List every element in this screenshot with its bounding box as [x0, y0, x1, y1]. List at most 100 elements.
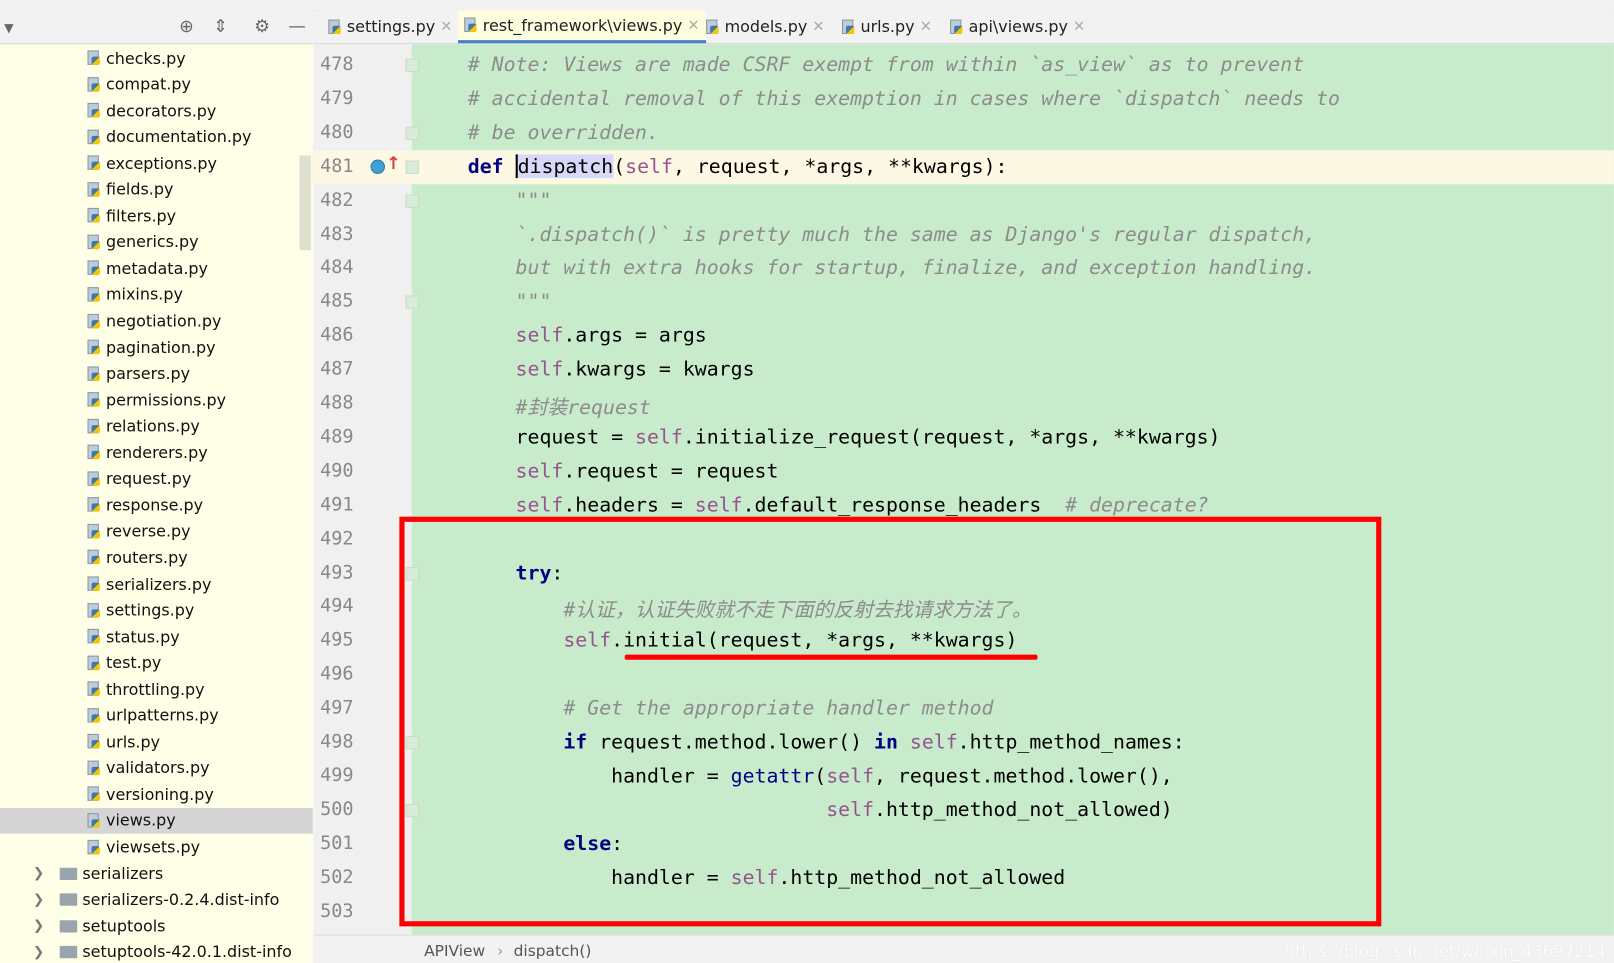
code-text: # accidental removal of this exemption i…	[467, 86, 1340, 111]
file-item[interactable]: settings.py	[0, 598, 313, 624]
fold-marker-icon[interactable]	[405, 58, 419, 73]
code-line[interactable]: 488 #封装request	[314, 387, 1614, 421]
python-file-icon	[87, 313, 100, 328]
file-item[interactable]: filters.py	[0, 203, 313, 229]
file-item[interactable]: request.py	[0, 466, 313, 492]
python-file-icon	[87, 681, 100, 697]
python-file-icon	[87, 339, 100, 355]
line-number: 501	[320, 832, 354, 854]
gear-icon[interactable]: ⚙	[254, 16, 270, 37]
file-item[interactable]: relations.py	[0, 413, 313, 439]
file-item[interactable]: viewsets.py	[0, 834, 313, 860]
override-marker-icon[interactable]	[370, 159, 385, 174]
code-line[interactable]: 485 """	[314, 285, 1614, 319]
file-item[interactable]: versioning.py	[0, 782, 313, 808]
code-line[interactable]: 487 self.kwargs = kwargs	[314, 353, 1614, 387]
file-name: urlpatterns.py	[106, 706, 219, 725]
file-item[interactable]: reverse.py	[0, 519, 313, 545]
folder-item[interactable]: ❯ serializers	[0, 861, 313, 887]
arrow-up-icon[interactable]: ↑	[386, 153, 401, 174]
close-icon[interactable]: ✕	[687, 17, 699, 33]
code-line[interactable]: 489 request = self.initialize_request(re…	[314, 421, 1614, 455]
code-line[interactable]: 484 but with extra hooks for startup, fi…	[314, 252, 1614, 286]
close-icon[interactable]: ✕	[920, 19, 932, 35]
chevron-right-icon[interactable]: ❯	[33, 918, 47, 933]
dropdown-icon[interactable]: ▼	[4, 21, 14, 35]
tab[interactable]: models.py ✕	[700, 10, 831, 43]
file-item[interactable]: parsers.py	[0, 361, 313, 387]
file-name: metadata.py	[106, 259, 208, 278]
close-icon[interactable]: ✕	[440, 19, 452, 35]
file-item[interactable]: decorators.py	[0, 98, 313, 124]
file-item[interactable]: negotiation.py	[0, 308, 313, 334]
file-item[interactable]: validators.py	[0, 755, 313, 781]
chevron-right-icon[interactable]: ❯	[33, 892, 47, 907]
file-item[interactable]: routers.py	[0, 545, 313, 571]
python-file-icon	[87, 497, 100, 513]
locate-icon[interactable]: ⊕	[179, 16, 194, 37]
fold-marker-icon[interactable]	[405, 160, 419, 174]
file-name: negotiation.py	[106, 311, 222, 331]
python-file-icon	[87, 602, 100, 618]
code-line[interactable]: 478 # Note: Views are made CSRF exempt f…	[314, 48, 1614, 82]
code-line[interactable]: 490 self.request = request	[314, 455, 1614, 489]
file-item[interactable]: renderers.py	[0, 440, 313, 466]
collapse-icon[interactable]: ⇕	[213, 16, 228, 37]
file-item[interactable]: serializers.py	[0, 571, 313, 597]
fold-marker-icon[interactable]	[405, 126, 419, 140]
file-item[interactable]: test.py	[0, 650, 313, 676]
folder-icon	[59, 919, 78, 933]
file-name: reverse.py	[106, 522, 191, 541]
folder-item[interactable]: ❯ setuptools	[0, 913, 313, 939]
python-file-icon	[841, 19, 855, 34]
file-item[interactable]: urls.py	[0, 729, 313, 755]
file-item[interactable]: views.py	[0, 807, 313, 834]
close-icon[interactable]: ✕	[812, 19, 824, 35]
file-item[interactable]: permissions.py	[0, 387, 313, 413]
line-number: 486	[320, 324, 354, 347]
file-item[interactable]: fields.py	[0, 177, 313, 203]
file-item[interactable]: generics.py	[0, 229, 313, 255]
code-line[interactable]: 480 # be overridden.	[314, 116, 1614, 150]
fold-marker-icon[interactable]	[405, 295, 419, 310]
file-item[interactable]: metadata.py	[0, 256, 313, 282]
python-file-icon	[87, 129, 100, 144]
python-file-icon	[87, 707, 100, 723]
file-name: viewsets.py	[106, 837, 201, 857]
file-item[interactable]: status.py	[0, 624, 313, 650]
file-name: request.py	[106, 469, 192, 489]
folder-item[interactable]: ❯ serializers-0.2.4.dist-info	[0, 887, 313, 913]
code-line[interactable]: 479 # accidental removal of this exempti…	[314, 82, 1614, 116]
tab[interactable]: urls.py ✕	[836, 10, 938, 43]
code-line[interactable]: 483 `.dispatch()` is pretty much the sam…	[314, 218, 1614, 252]
fold-marker-icon[interactable]	[405, 194, 419, 208]
file-item[interactable]: mixins.py	[0, 282, 313, 308]
python-file-icon	[87, 576, 100, 591]
code-line[interactable]: 481 ↑ def dispatch(self, request, *args, …	[313, 149, 1614, 184]
code-line[interactable]: 482 """	[314, 184, 1614, 218]
code-line[interactable]: 486 self.args = args	[314, 319, 1614, 353]
tab[interactable]: api\views.py ✕	[944, 10, 1092, 43]
file-item[interactable]: pagination.py	[0, 335, 313, 361]
file-item[interactable]: response.py	[0, 492, 313, 518]
chevron-right-icon[interactable]: ❯	[33, 945, 47, 960]
breadcrumb-bar: APIView › dispatch() https://blog.csdn.n…	[313, 934, 1614, 963]
folder-item[interactable]: ❯ setuptools-42.0.1.dist-info	[0, 939, 313, 963]
file-item[interactable]: urlpatterns.py	[0, 703, 313, 729]
file-item[interactable]: compat.py	[0, 72, 313, 98]
line-number: 493	[320, 561, 354, 584]
python-file-icon	[950, 19, 963, 34]
code-text: `.dispatch()` is pretty much the same as…	[515, 221, 1317, 246]
file-item[interactable]: throttling.py	[0, 676, 313, 702]
breadcrumb-item[interactable]: dispatch()	[514, 942, 592, 961]
chevron-right-icon[interactable]: ❯	[33, 866, 47, 881]
file-item[interactable]: documentation.py	[0, 124, 313, 150]
file-item[interactable]: exceptions.py	[0, 150, 313, 176]
tab[interactable]: settings.py ✕	[322, 10, 458, 43]
tab[interactable]: rest_framework\views.py ✕	[458, 10, 706, 44]
close-icon[interactable]: ✕	[1073, 19, 1085, 35]
file-item[interactable]: checks.py	[0, 45, 313, 71]
line-number: 503	[320, 900, 354, 922]
breadcrumb-item[interactable]: APIView	[424, 942, 485, 961]
minimize-icon[interactable]: —	[288, 16, 305, 37]
